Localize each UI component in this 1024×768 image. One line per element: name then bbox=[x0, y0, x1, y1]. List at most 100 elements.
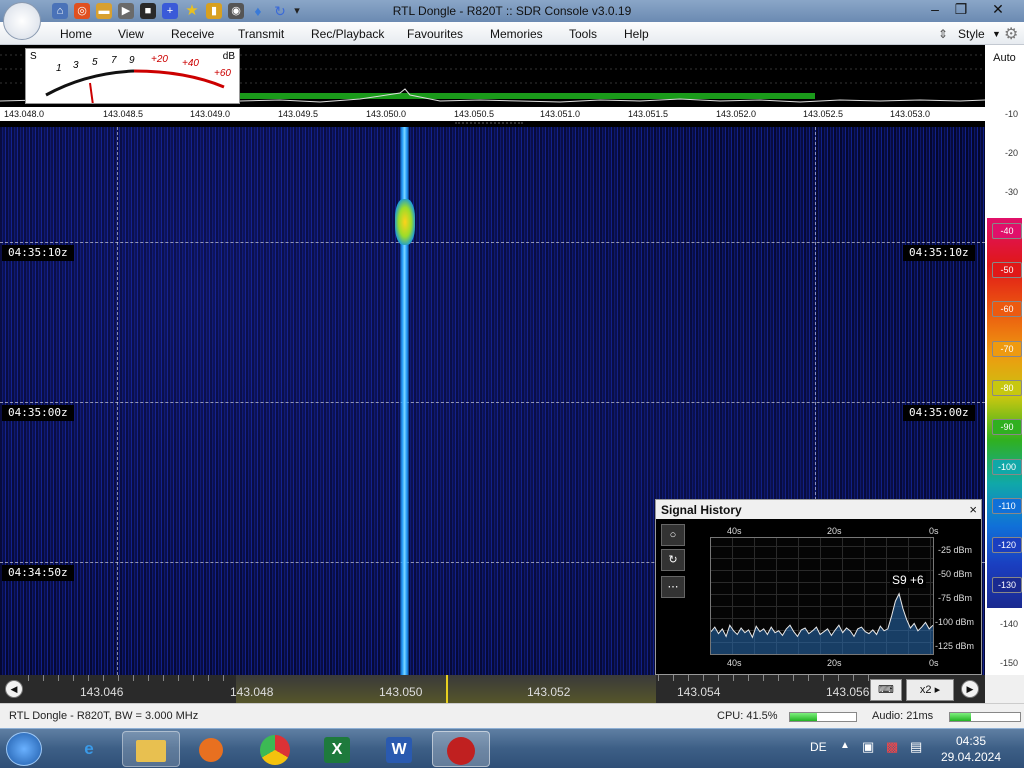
history-bottom-tick: 0s bbox=[929, 658, 939, 668]
bottom-freq-label: 143.052 bbox=[527, 685, 571, 699]
menu-home[interactable]: Home bbox=[60, 27, 92, 41]
db-tick: -30 bbox=[1004, 187, 1018, 197]
menu-tools[interactable]: Tools bbox=[569, 27, 597, 41]
zoom-button[interactable]: x2 ▸ bbox=[906, 679, 954, 701]
menu-view[interactable]: View bbox=[118, 27, 144, 41]
history-dbm-label: -25 dBm bbox=[938, 545, 973, 555]
signal-history-panel: Signal History × ○ ↻ ⋯ 40s 20s 0s S9 +6 … bbox=[655, 499, 982, 675]
db-color-tick: -70 bbox=[992, 341, 1022, 357]
tray-device-icon[interactable]: ▣ bbox=[862, 739, 874, 755]
spectrum-splitter-handle[interactable] bbox=[455, 122, 523, 125]
history-top-tick: 20s bbox=[827, 526, 842, 536]
history-bottom-tick: 20s bbox=[827, 658, 842, 668]
freq-label: 143.049.0 bbox=[190, 109, 231, 119]
signal-history-title: Signal History bbox=[656, 500, 981, 519]
freq-label: 143.052.5 bbox=[803, 109, 844, 119]
timestamp-left: 04:34:50z bbox=[2, 565, 74, 581]
tray-expand-icon[interactable]: ▲ bbox=[840, 740, 850, 751]
freq-label: 143.051.5 bbox=[628, 109, 669, 119]
clock-time: 04:35 bbox=[955, 734, 987, 748]
style-arrows-icon[interactable]: ⇕ bbox=[938, 27, 948, 41]
style-menu[interactable]: Style bbox=[958, 27, 985, 41]
tray-network-icon[interactable]: ▩ bbox=[886, 739, 898, 755]
db-color-tick: -50 bbox=[992, 262, 1022, 278]
system-clock[interactable]: 04:35 29.04.2024 bbox=[938, 733, 1004, 765]
maximize-button[interactable]: ❐ bbox=[946, 0, 976, 20]
db-color-tick: -40 bbox=[992, 223, 1022, 239]
language-indicator[interactable]: DE bbox=[810, 740, 827, 754]
scroll-right-button[interactable]: ▶ bbox=[961, 680, 979, 698]
audio-label: Audio: 21ms bbox=[872, 710, 934, 722]
history-top-tick: 0s bbox=[929, 526, 939, 536]
menu-favourites[interactable]: Favourites bbox=[407, 27, 463, 41]
clock-date: 29.04.2024 bbox=[940, 750, 1002, 764]
timestamp-right: 04:35:10z bbox=[903, 245, 975, 261]
audio-meter bbox=[949, 712, 1021, 722]
freq-label: 143.051.0 bbox=[540, 109, 581, 119]
bottom-freq-label: 143.050 bbox=[379, 685, 423, 699]
start-button[interactable] bbox=[6, 732, 42, 766]
db-color-tick: -120 bbox=[992, 537, 1022, 553]
db-tick: -150 bbox=[999, 658, 1018, 668]
file-explorer-icon[interactable] bbox=[122, 731, 180, 767]
tray-monitor-icon[interactable]: ▤ bbox=[910, 739, 922, 755]
signal-history-plot bbox=[710, 537, 934, 655]
settings-gear-icon[interactable]: ⚙ bbox=[1004, 24, 1018, 44]
media-player-icon[interactable] bbox=[182, 731, 240, 767]
menu-transmit[interactable]: Transmit bbox=[238, 27, 284, 41]
spectrum-frequency-scale: 143.048.0 143.048.5 143.049.0 143.049.5 … bbox=[0, 107, 985, 124]
internet-explorer-icon[interactable]: e bbox=[60, 731, 118, 767]
history-dbm-label: -125 dBm bbox=[935, 641, 975, 651]
bottom-freq-label: 143.054 bbox=[677, 685, 721, 699]
menu-memories[interactable]: Memories bbox=[490, 27, 543, 41]
history-top-tick: 40s bbox=[727, 526, 742, 536]
scroll-left-button[interactable]: ◀ bbox=[5, 680, 23, 698]
freq-label: 143.050.0 bbox=[366, 109, 407, 119]
freq-label: 143.053.0 bbox=[890, 109, 931, 119]
sdr-console-taskbar-icon[interactable] bbox=[432, 731, 490, 767]
close-window-button[interactable]: ✕ bbox=[974, 0, 1022, 20]
s-reading-label: S9 +6 bbox=[890, 572, 926, 588]
history-options-button[interactable]: ⋯ bbox=[661, 576, 685, 598]
history-reset-button[interactable]: ↻ bbox=[661, 549, 685, 571]
cpu-meter bbox=[789, 712, 857, 722]
menu-receive[interactable]: Receive bbox=[171, 27, 214, 41]
history-bottom-tick: 40s bbox=[727, 658, 742, 668]
db-color-tick: -100 bbox=[992, 459, 1022, 475]
auto-scale-button[interactable]: Auto bbox=[985, 52, 1024, 64]
db-color-tick: -80 bbox=[992, 380, 1022, 396]
cpu-meter-fill bbox=[790, 713, 818, 721]
excel-icon[interactable]: X bbox=[308, 731, 366, 767]
db-tick: -20 bbox=[1004, 148, 1018, 158]
signal-history-close-button[interactable]: × bbox=[969, 502, 977, 517]
signal-burst bbox=[395, 199, 415, 245]
keyboard-button[interactable]: ⌨ bbox=[870, 679, 902, 701]
freq-label: 143.052.0 bbox=[716, 109, 757, 119]
db-tick: -140 bbox=[999, 619, 1018, 629]
frequency-tuning-bar[interactable]: 143.046 143.048 143.050 143.052 143.054 … bbox=[0, 675, 985, 703]
history-dbm-label: -50 dBm bbox=[938, 569, 973, 579]
zoom-arrow-icon: ▸ bbox=[934, 684, 941, 696]
history-dbm-label: -75 dBm bbox=[938, 593, 973, 603]
timestamp-right: 04:35:00z bbox=[903, 405, 975, 421]
db-scale: Auto -10 -20 -30 -40 -50 -60 -70 -80 -90… bbox=[985, 45, 1024, 675]
menu-rec-playback[interactable]: Rec/Playback bbox=[311, 27, 384, 41]
history-area bbox=[711, 593, 933, 654]
db-color-tick: -130 bbox=[992, 577, 1022, 593]
bottom-freq-label: 143.056 bbox=[826, 685, 870, 699]
menu-help[interactable]: Help bbox=[624, 27, 649, 41]
chrome-icon[interactable] bbox=[246, 731, 304, 767]
db-color-tick: -60 bbox=[992, 301, 1022, 317]
db-color-tick: -110 bbox=[992, 498, 1022, 514]
status-bar: RTL Dongle - R820T, BW = 3.000 MHz CPU: … bbox=[0, 703, 1024, 728]
bottom-freq-label: 143.048 bbox=[230, 685, 274, 699]
history-record-button[interactable]: ○ bbox=[661, 524, 685, 546]
word-icon[interactable]: W bbox=[370, 731, 428, 767]
tuned-frequency-marker bbox=[446, 675, 448, 703]
freq-label: 143.048.0 bbox=[4, 109, 45, 119]
application-menu-button[interactable] bbox=[3, 2, 41, 40]
audio-meter-fill bbox=[950, 713, 971, 721]
style-dropdown-icon[interactable]: ▼ bbox=[992, 29, 1001, 39]
freq-label: 143.048.5 bbox=[103, 109, 144, 119]
time-line bbox=[0, 402, 985, 403]
